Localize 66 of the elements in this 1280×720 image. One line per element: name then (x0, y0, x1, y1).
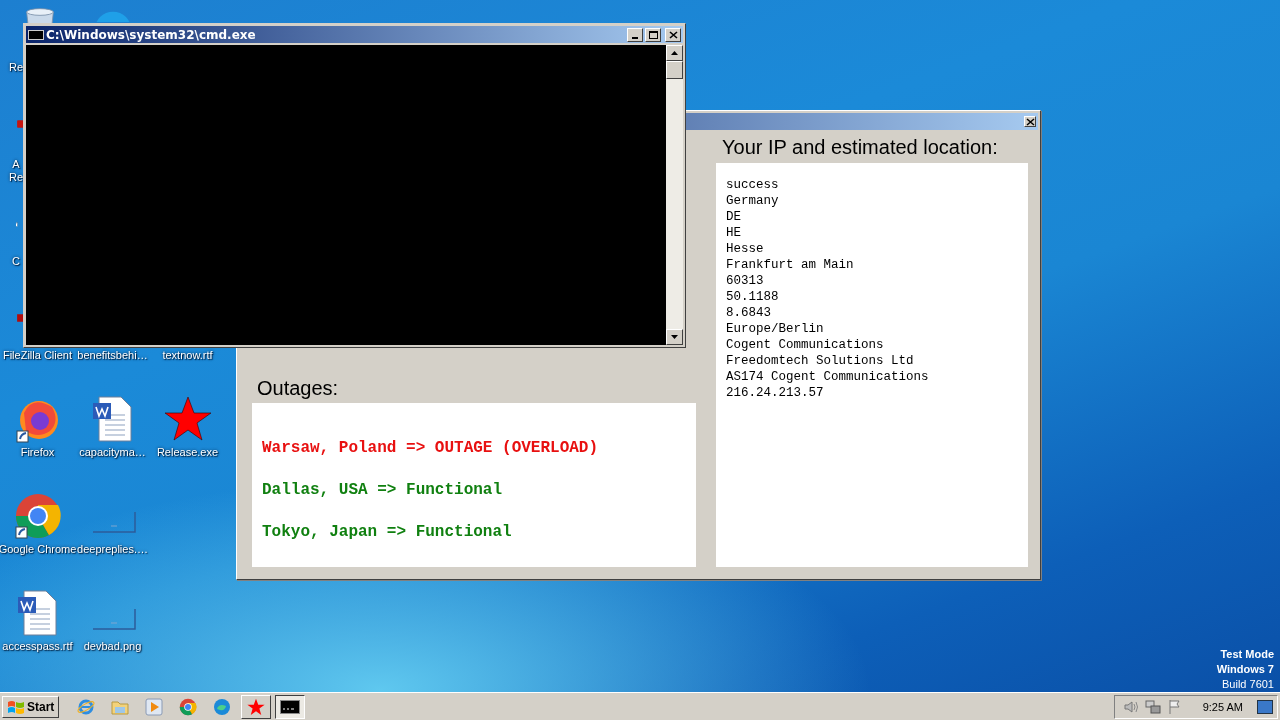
icon-label[interactable]: Release.exe (156, 446, 219, 459)
icon-label[interactable]: Google Chrome (0, 543, 77, 556)
info-line: Freedomtech Solutions Ltd (726, 353, 915, 369)
info-line: Europe/Berlin (726, 321, 825, 337)
info-line: Germany (726, 193, 780, 209)
maximize-button[interactable] (645, 27, 661, 42)
outages-heading: Outages: (257, 377, 340, 400)
scroll-up-button[interactable] (666, 45, 683, 61)
star-icon[interactable] (163, 395, 212, 443)
icon-label[interactable]: benefitsbehi… (77, 349, 148, 362)
icon-label[interactable]: capacityma… (79, 446, 146, 459)
scroll-thumb[interactable] (666, 61, 683, 79)
show-desktop-button[interactable] (1257, 699, 1273, 714)
scroll-down-button[interactable] (666, 329, 683, 345)
folder-icon (111, 698, 130, 715)
info-line: 216.24.213.57 (726, 385, 825, 401)
maximize-icon (648, 30, 658, 39)
info-line: success (726, 177, 780, 193)
info-line: Hesse (726, 241, 765, 257)
info-line: 50.1188 (726, 289, 780, 305)
icon-label[interactable]: FileZilla Client (2, 349, 73, 362)
play-icon (145, 697, 164, 716)
browser-icon (77, 697, 96, 716)
flag-icon[interactable] (1166, 698, 1183, 715)
console-icon (280, 699, 301, 714)
chrome-icon (179, 697, 198, 716)
outage-status: Tokyo, Japan => Functional (262, 521, 513, 543)
info-line: Frankfurt am Main (726, 257, 855, 273)
close-icon (668, 30, 678, 39)
windows-logo-icon (7, 698, 25, 715)
edge-icon (213, 697, 232, 716)
outage-status: Warsaw, Poland => OUTAGE (OVERLOAD) (262, 437, 600, 459)
icon-label[interactable]: Firefox (20, 446, 55, 459)
info-line: 8.6843 (726, 305, 772, 321)
info-line: 60313 (726, 273, 765, 289)
minimize-icon (632, 36, 638, 39)
system-text: Test Mode (1220, 647, 1274, 662)
icon-label[interactable]: Re (0, 61, 24, 74)
info-line: Cogent Communications (726, 337, 885, 353)
icon-label[interactable]: deepreplies.… (77, 543, 148, 556)
start-button[interactable]: Start (2, 695, 60, 718)
scrollbar[interactable] (666, 45, 683, 345)
star-icon (247, 697, 266, 716)
system-text: Windows 7 (1216, 662, 1274, 677)
console-icon (28, 29, 44, 40)
info-line: HE (726, 225, 742, 241)
icon-label[interactable]: A Re (0, 158, 24, 184)
icon-label[interactable]: accesspass.rtf (2, 640, 73, 653)
close-button[interactable] (1024, 116, 1036, 127)
info-line: DE (726, 209, 742, 225)
outage-status: Dallas, USA => Functional (262, 479, 504, 501)
icon-label[interactable]: C (0, 255, 24, 268)
info-line: AS174 Cogent Communications (726, 369, 930, 385)
close-icon (1025, 117, 1035, 126)
window-title: C:\Windows\system32\cmd.exe (46, 27, 256, 42)
network-icon[interactable] (1144, 698, 1161, 715)
chrome-icon[interactable] (13, 492, 62, 540)
ip-heading: Your IP and estimated location: (722, 136, 999, 159)
icon-label[interactable]: textnow.rtf (162, 349, 213, 362)
taskbar-button[interactable] (275, 694, 306, 719)
clock[interactable]: 9:25 AM (1202, 700, 1243, 713)
icon-label[interactable]: devbad.png (83, 640, 142, 653)
system-text: Build 7601 (1222, 677, 1274, 692)
minimize-button[interactable] (627, 27, 643, 42)
down-arrow-icon (671, 335, 678, 339)
up-arrow-icon (671, 51, 678, 55)
